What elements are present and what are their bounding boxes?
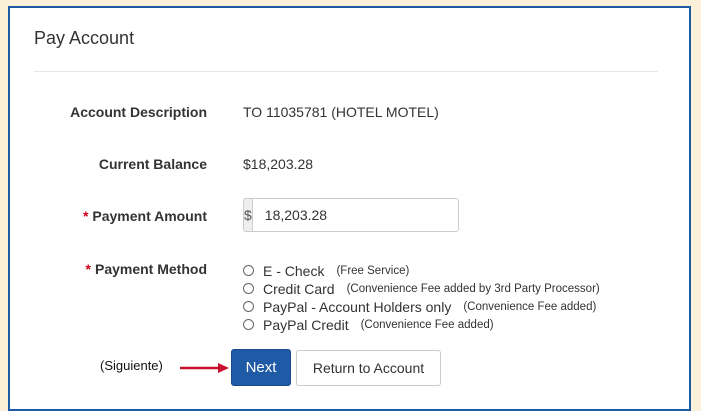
required-marker: *	[82, 208, 89, 224]
payment-option-note: (Convenience Fee added)	[360, 318, 494, 331]
payment-method-options: E - Check (Free Service) Credit Card (Co…	[243, 262, 600, 334]
payment-method-label-text: Payment Method	[94, 261, 207, 277]
payment-option-label: Credit Card	[263, 280, 335, 297]
payment-option-credit-card[interactable]: Credit Card (Convenience Fee added by 3r…	[243, 280, 600, 297]
return-to-account-button[interactable]: Return to Account	[296, 350, 441, 386]
payment-option-echeck[interactable]: E - Check (Free Service)	[243, 262, 600, 279]
payment-option-label: E - Check	[263, 262, 325, 279]
current-balance-label: Current Balance	[98, 156, 207, 172]
payment-option-paypal-account[interactable]: PayPal - Account Holders only (Convenien…	[243, 298, 600, 315]
radio-button[interactable]	[243, 301, 254, 312]
payment-amount-label: * Payment Amount	[83, 208, 207, 224]
payment-amount-input[interactable]	[251, 198, 459, 232]
currency-addon: $	[243, 198, 252, 232]
payment-option-note: (Convenience Fee added)	[463, 300, 597, 313]
payment-method-label: * Payment Method	[86, 261, 207, 277]
payment-option-paypal-credit[interactable]: PayPal Credit (Convenience Fee added)	[243, 316, 600, 333]
arrow-right-icon	[180, 363, 229, 373]
radio-button[interactable]	[243, 265, 254, 276]
payment-option-note: (Free Service)	[336, 264, 410, 277]
account-description-value: TO 11035781 (HOTEL MOTEL)	[243, 104, 439, 120]
radio-button[interactable]	[243, 319, 254, 330]
current-balance-value: $18,203.28	[243, 156, 314, 172]
siguiente-annotation: (Siguiente)	[100, 358, 163, 373]
payment-amount-group: $	[243, 198, 459, 232]
page-title: Pay Account	[34, 28, 135, 48]
required-marker: *	[85, 261, 91, 277]
account-description-label: Account Description	[70, 104, 207, 120]
next-button[interactable]: Next	[231, 349, 291, 386]
payment-option-note: (Convenience Fee added by 3rd Party Proc…	[346, 282, 600, 295]
title-divider	[34, 71, 658, 72]
payment-amount-label-text: Payment Amount	[92, 208, 207, 224]
payment-option-label: PayPal - Account Holders only	[263, 298, 452, 315]
radio-button[interactable]	[243, 283, 254, 294]
payment-option-label: PayPal Credit	[263, 316, 349, 333]
